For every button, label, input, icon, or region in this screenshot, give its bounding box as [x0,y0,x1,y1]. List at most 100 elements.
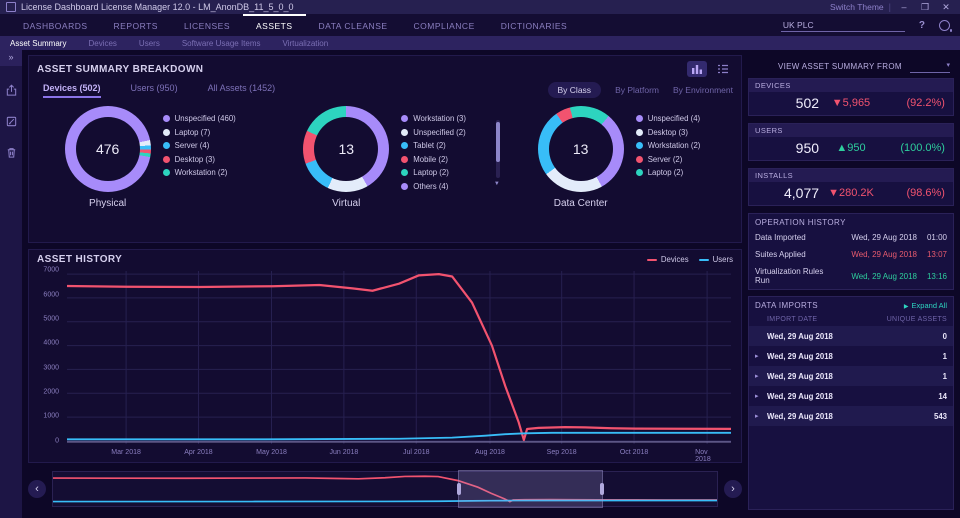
asset-summary-breakdown-panel: ASSET SUMMARY BREAKDOWN Devices (502) Us… [28,55,742,243]
y-tick-6000: 6000 [43,291,59,299]
y-tick-4000: 4000 [43,339,59,347]
donut-legend: Unspecified (4) Desktop (3) Workstation (2… [635,106,701,190]
legend-dash-icon [698,258,709,261]
scrollbar-thumb[interactable] [495,122,500,162]
y-tick-2000: 2000 [43,388,59,396]
brand-logo-icon [939,19,952,32]
filter-by-environment[interactable]: By Environment [673,85,733,95]
donut-label: Data Center [553,198,608,209]
minimize-button[interactable]: – [896,2,912,12]
edit-icon[interactable] [5,115,18,128]
titlebar-divider: | [888,2,891,12]
subtab-virtualization[interactable]: Virtualization [283,39,329,48]
history-legend-users: Users [698,255,733,264]
stat-label: DEVICES [749,79,953,92]
filter-by-platform[interactable]: By Platform [615,85,659,95]
data-import-row[interactable]: ▸ Wed, 29 Aug 2018 1 [749,366,953,386]
nav-item-assets[interactable]: ASSETS [243,14,306,36]
expand-all-button[interactable]: ▶ Expand All [904,301,947,310]
stat-card-devices: DEVICES 502 ▼5,965 (92.2%) [748,78,954,116]
breakdown-tab-all-assets-1452[interactable]: All Assets (1452) [208,83,276,98]
export-icon[interactable] [5,84,18,97]
company-input[interactable] [780,18,905,32]
data-import-row[interactable]: ▸ Wed, 29 Aug 2018 14 [749,386,953,406]
timeline-track[interactable] [52,470,718,508]
nav-item-dictionaries[interactable]: DICTIONARIES [488,14,580,36]
data-import-row[interactable]: ▸ Wed, 29 Aug 2018 1 [749,346,953,366]
subtab-users[interactable]: Users [139,39,160,48]
maximize-button[interactable]: ❒ [917,2,933,13]
data-import-row[interactable]: Wed, 29 Aug 2018 0 [749,326,953,346]
subtab-devices[interactable]: Devices [88,39,116,48]
stat-label: USERS [749,124,953,137]
legend-name: Desktop (3) [174,154,215,164]
legend-item-laptop-7: Laptop (7) [162,128,236,137]
subtab-software-usage-items[interactable]: Software Usage Items [182,39,261,48]
legend-dot-icon [401,169,409,176]
stat-label: INSTALLS [749,169,953,182]
unique-assets-count: 14 [938,391,947,401]
nav-item-dashboards[interactable]: DASHBOARDS [10,14,101,36]
row-expand-icon[interactable]: ▸ [755,372,767,380]
row-expand-icon[interactable]: ▸ [755,412,767,420]
legend-dot-icon [635,128,643,136]
operation-name: Suites Applied [755,250,806,259]
x-tick-sep-2018: Sep 2018 [546,449,577,456]
nav-item-reports[interactable]: REPORTS [101,14,171,36]
nav-item-compliance[interactable]: COMPLIANCE [401,14,488,36]
plot-area [67,271,731,444]
scroll-down-icon[interactable]: ▼ [494,181,500,187]
stat-value: 950 [795,140,820,156]
donut-total: 476 [75,117,140,181]
nav-item-data-cleanse[interactable]: DATA CLEANSE [306,14,401,36]
legend-name: Laptop (2) [647,168,684,177]
donut-chart-physical: 476 [64,106,151,192]
stat-delta: ▲950 [836,142,866,154]
left-toolbar: » [0,50,22,518]
legend-name: Unspecified (4) [647,114,701,123]
x-tick-jun-2018: Jun 2018 [329,449,359,456]
breakdown-tab-devices-502[interactable]: Devices (502) [43,83,101,98]
chart-view-icon[interactable] [687,61,707,77]
main-nav: DASHBOARDS REPORTS LICENSES ASSETS DATA CLEA… [0,14,960,36]
expand-rail-icon[interactable]: » [0,50,22,66]
legend-name: Desktop (3) [647,127,688,137]
breakdown-title: ASSET SUMMARY BREAKDOWN [37,63,204,75]
legend-dot-icon [401,155,409,163]
legend-item-server-2: Server (2) [635,155,701,164]
selection-right-handle[interactable] [599,483,604,495]
operation-date: Wed, 29 Aug 2018 [851,271,917,281]
breakdown-tab-users-950[interactable]: Users (950) [131,83,178,98]
x-axis-labels: Mar 2018 Apr 2018 May 2018 Jun 2018 Jul 2018… [67,446,731,463]
column-import-date: IMPORT DATE [767,316,818,323]
close-button[interactable]: ✕ [938,2,954,13]
view-from-dropdown[interactable]: ▾ [909,60,950,73]
legend-scrollbar[interactable]: ▼ [494,120,500,187]
timeline-selection[interactable] [457,470,604,508]
subtab-asset-summary[interactable]: Asset Summary [10,39,66,48]
selection-left-handle[interactable] [457,483,462,495]
x-tick-may-2018: May 2018 [256,449,287,456]
operation-history-panel: OPERATION HISTORY Data Imported Wed, 29 A… [748,213,954,290]
nav-item-licenses[interactable]: LICENSES [171,14,243,36]
filter-by-class[interactable]: By Class [547,82,602,98]
row-expand-icon[interactable]: ▸ [755,392,767,400]
legend-name: Workstation (2) [647,141,701,150]
operation-history-title: OPERATION HISTORY [755,218,846,227]
scrub-right-button[interactable]: › [724,480,742,498]
legend-dot-icon [635,169,643,176]
operation-date: Wed, 29 Aug 2018 [851,250,917,259]
switch-theme-button[interactable]: Switch Theme [830,2,884,12]
help-icon[interactable]: ? [919,20,925,31]
x-tick-nov-2018: Nov 2018 [695,449,711,463]
unique-assets-count: 1 [942,351,947,361]
legend-item-unspecified-2: Unspecified (2) [401,128,466,137]
donut-total: 13 [548,117,613,181]
data-import-row[interactable]: ▸ Wed, 29 Aug 2018 543 [749,406,953,426]
delete-icon[interactable] [5,146,18,159]
list-view-icon[interactable] [713,61,733,77]
import-date: Wed, 29 Aug 2018 [767,371,833,381]
scrub-left-button[interactable]: ‹ [28,480,46,498]
row-expand-icon[interactable]: ▸ [755,352,767,360]
y-tick-3000: 3000 [43,364,59,372]
